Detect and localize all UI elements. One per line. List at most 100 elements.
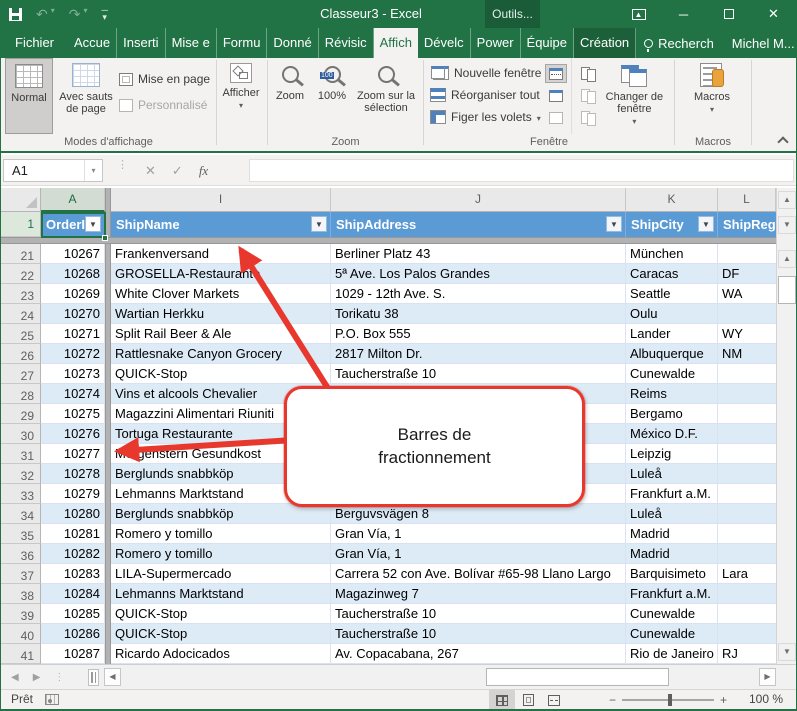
page-break-preview-button[interactable]: Avec sauts de page	[53, 58, 119, 134]
header-cell-shipregion[interactable]: ShipReg	[718, 212, 776, 237]
cell-shipcity[interactable]: Frankfurt a.M.	[626, 584, 718, 604]
row-header-21[interactable]: 21	[1, 244, 41, 264]
select-all-corner[interactable]	[1, 188, 41, 212]
row-header-32[interactable]: 32	[1, 464, 41, 484]
maximize-button[interactable]	[706, 0, 751, 28]
ribbon-tab-formu[interactable]: Formu	[217, 28, 268, 58]
cell-shipname[interactable]: QUICK-Stop	[111, 604, 331, 624]
cell-shipname[interactable]: Berglunds snabbköp	[111, 504, 331, 524]
header-cell-shipname[interactable]: ShipName▼	[111, 212, 331, 237]
cell-orderid[interactable]: 10282	[41, 544, 105, 564]
row-header-39[interactable]: 39	[1, 604, 41, 624]
cell-shipcity[interactable]: Madrid	[626, 544, 718, 564]
cell-shipaddress[interactable]: Berguvsvägen 8	[331, 504, 626, 524]
cell-shipname[interactable]: White Clover Markets	[111, 284, 331, 304]
redo-icon[interactable]: ↷▾	[69, 6, 88, 23]
filter-dropdown-icon[interactable]: ▼	[606, 216, 622, 232]
scroll-left-icon[interactable]: ◀	[104, 668, 121, 686]
column-header-j[interactable]: J	[331, 188, 626, 212]
cell-shipcity[interactable]: Barquisimeto	[626, 564, 718, 584]
cell-shipcity[interactable]: Lander	[626, 324, 718, 344]
row-header-33[interactable]: 33	[1, 484, 41, 504]
name-box-dropdown-icon[interactable]: ▾	[84, 160, 102, 181]
cell-shipaddress[interactable]: Carrera 52 con Ave. Bolívar #65-98 Llano…	[331, 564, 626, 584]
cell-shipaddress[interactable]: Gran Vía, 1	[331, 524, 626, 544]
zoom-button[interactable]: Zoom	[268, 58, 312, 134]
save-icon[interactable]	[9, 8, 22, 21]
cell-shipname[interactable]: Lehmanns Marktstand	[111, 584, 331, 604]
horizontal-scroll-thumb[interactable]	[486, 668, 669, 686]
ribbon-tab-mise-e[interactable]: Mise e	[166, 28, 217, 58]
cell-shipaddress[interactable]: Taucherstraße 10	[331, 604, 626, 624]
cell-orderid[interactable]: 10285	[41, 604, 105, 624]
cell-orderid[interactable]: 10280	[41, 504, 105, 524]
switch-windows-button[interactable]: Changer de fenêtre ▾	[598, 58, 670, 134]
new-window-button[interactable]: Nouvelle fenêtre	[430, 64, 541, 82]
cell-orderid[interactable]: 10287	[41, 644, 105, 664]
cell-shipcity[interactable]: Frankfurt a.M.	[626, 484, 718, 504]
cell-orderid[interactable]: 10278	[41, 464, 105, 484]
row-header-24[interactable]: 24	[1, 304, 41, 324]
cell-shipregion[interactable]: Lara	[718, 564, 776, 584]
cell-shipregion[interactable]	[718, 444, 776, 464]
cell-shipaddress[interactable]: Av. Copacabana, 267	[331, 644, 626, 664]
name-box[interactable]: A1 ▾	[3, 159, 103, 182]
cancel-icon[interactable]: ✕	[145, 163, 156, 179]
synchronous-scrolling-button[interactable]	[576, 86, 598, 105]
cell-shipregion[interactable]	[718, 304, 776, 324]
cell-shipname[interactable]: QUICK-Stop	[111, 624, 331, 644]
filter-dropdown-icon[interactable]: ▼	[698, 216, 714, 232]
cell-shipregion[interactable]	[718, 404, 776, 424]
cell-shipregion[interactable]	[718, 604, 776, 624]
row-header-25[interactable]: 25	[1, 324, 41, 344]
row-header-23[interactable]: 23	[1, 284, 41, 304]
cell-shipcity[interactable]: Reims	[626, 384, 718, 404]
cell-shipaddress[interactable]: 5ª Ave. Los Palos Grandes	[331, 264, 626, 284]
page-layout-button[interactable]: Mise en page	[119, 70, 210, 88]
cell-shipname[interactable]: Wartian Herkku	[111, 304, 331, 324]
cell-shipcity[interactable]: Luleå	[626, 504, 718, 524]
cell-shipregion[interactable]: DF	[718, 264, 776, 284]
account-name[interactable]: Michel M...	[722, 36, 797, 51]
scroll-right-icon[interactable]: ▶	[759, 668, 776, 686]
zoom-slider-thumb[interactable]	[668, 694, 672, 706]
vertical-split-bar[interactable]	[105, 188, 111, 664]
freeze-panes-button[interactable]: Figer les volets ▾	[430, 108, 541, 126]
cell-orderid[interactable]: 10276	[41, 424, 105, 444]
enter-icon[interactable]: ✓	[172, 163, 183, 179]
normal-view-shortcut[interactable]	[489, 690, 515, 710]
cell-orderid[interactable]: 10281	[41, 524, 105, 544]
scroll-down-icon[interactable]: ▼	[778, 216, 796, 234]
row-header-41[interactable]: 41	[1, 644, 41, 664]
cell-shipcity[interactable]: Cunewalde	[626, 604, 718, 624]
ribbon-tab-power[interactable]: Power	[471, 28, 521, 58]
cell-shipname[interactable]: Ricardo Adocicados	[111, 644, 331, 664]
column-header-i[interactable]: I	[111, 188, 331, 212]
horizontal-scrollbar[interactable]: ◀ ▶	[104, 668, 777, 686]
cell-shipcity[interactable]: Leipzig	[626, 444, 718, 464]
column-header-a[interactable]: A	[41, 188, 105, 212]
row-header-36[interactable]: 36	[1, 544, 41, 564]
view-side-by-side-button[interactable]	[576, 64, 598, 83]
undo-icon[interactable]: ↶▾	[36, 6, 55, 23]
cell-orderid[interactable]: 10273	[41, 364, 105, 384]
redo-dropdown-icon[interactable]: ▾	[83, 6, 87, 23]
cell-shipname[interactable]: LILA-Supermercado	[111, 564, 331, 584]
ribbon-tab-affich[interactable]: Affich	[374, 28, 418, 58]
cell-orderid[interactable]: 10270	[41, 304, 105, 324]
formula-input[interactable]	[249, 159, 794, 182]
scroll-down-icon[interactable]: ▼	[778, 643, 796, 661]
cell-shipcity[interactable]: München	[626, 244, 718, 264]
row-header-28[interactable]: 28	[1, 384, 41, 404]
cell-orderid[interactable]: 10272	[41, 344, 105, 364]
header-cell-orderid[interactable]: OrderID▼	[41, 212, 105, 237]
zoom-to-selection-button[interactable]: Zoom sur la sélection	[352, 58, 420, 134]
cell-shipcity[interactable]: Bergamo	[626, 404, 718, 424]
previous-sheet-icon[interactable]: ◀	[11, 672, 19, 683]
macro-record-icon[interactable]	[45, 694, 59, 705]
cell-shipaddress[interactable]: Gran Vía, 1	[331, 544, 626, 564]
cell-shipaddress[interactable]: Torikatu 38	[331, 304, 626, 324]
ribbon-tab-accue[interactable]: Accue	[68, 28, 117, 58]
cell-shipcity[interactable]: Rio de Janeiro	[626, 644, 718, 664]
row-header-27[interactable]: 27	[1, 364, 41, 384]
